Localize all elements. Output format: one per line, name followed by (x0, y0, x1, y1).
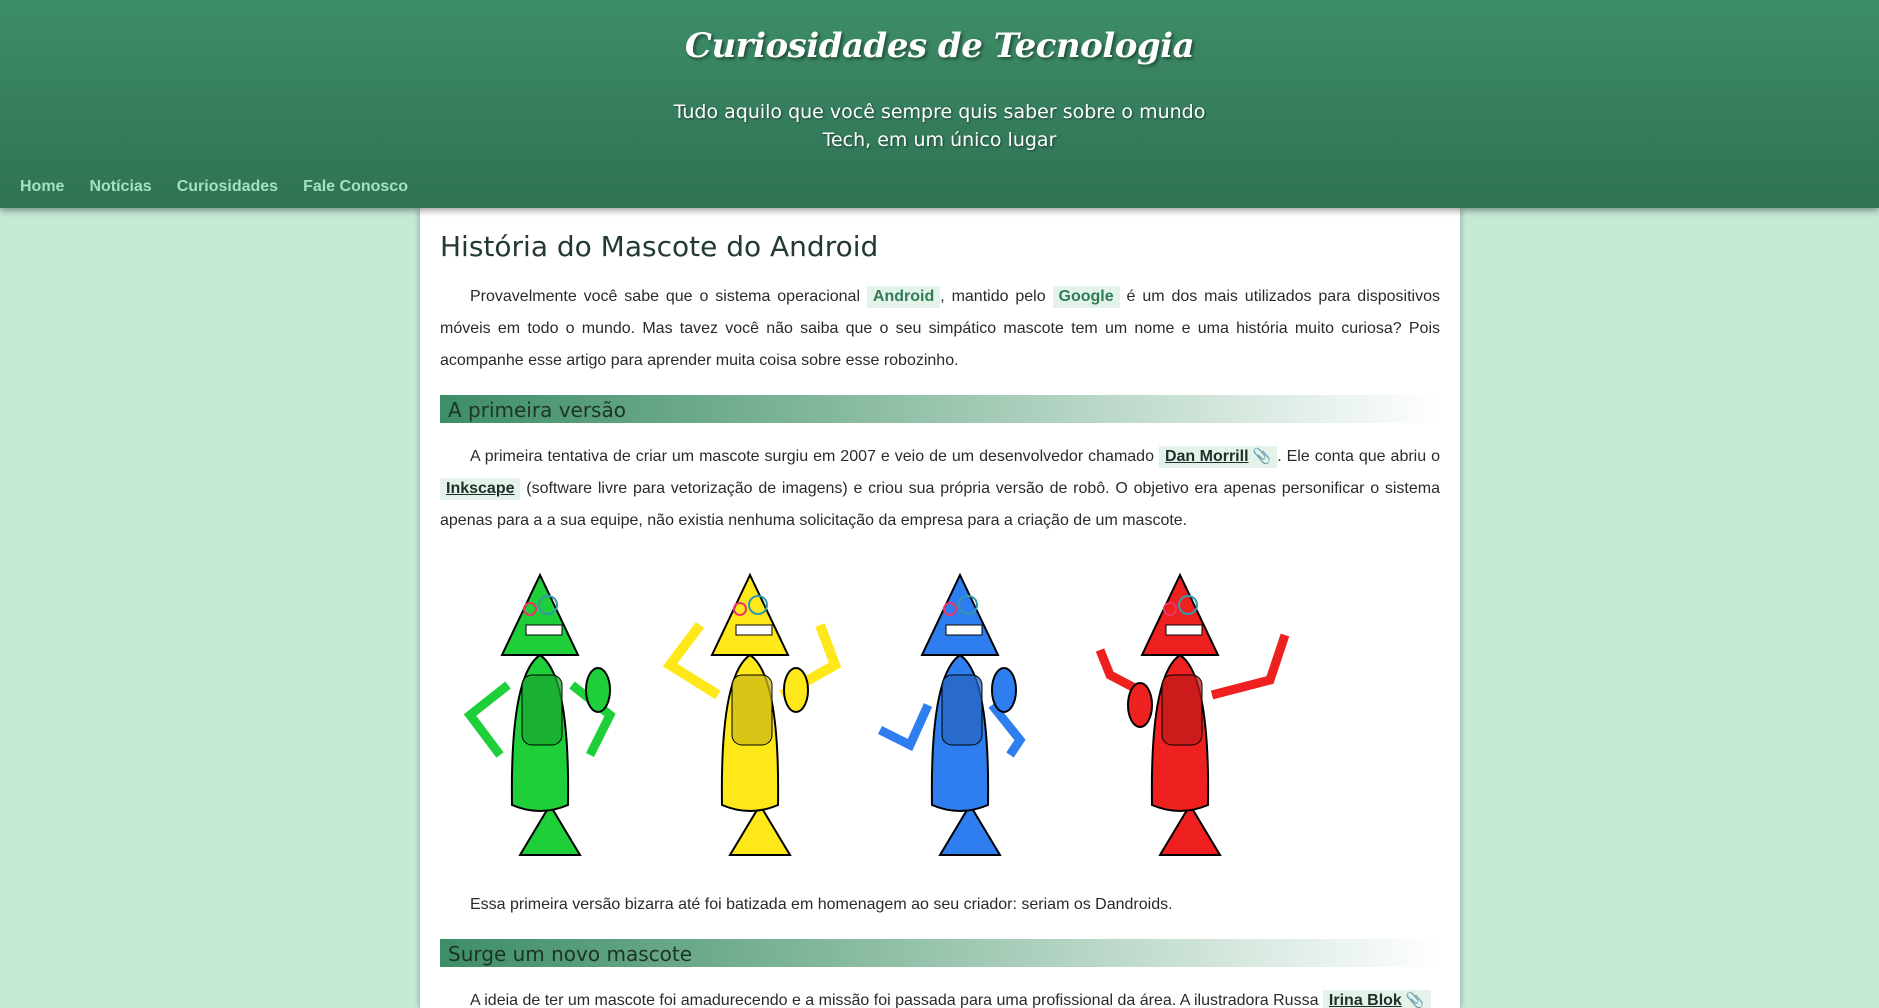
android-link[interactable]: Android (866, 286, 941, 308)
dandroids-image (463, 572, 1290, 856)
section1-text-2: . Ele conta que abriu o (1277, 448, 1440, 465)
main-nav: Home Notícias Curiosidades Fale Conosco (20, 178, 408, 196)
dan-morrill-link[interactable]: Dan Morrill 📎 (1158, 446, 1278, 468)
nav-item-curiosidades[interactable]: Curiosidades (177, 178, 278, 196)
site-title: Curiosidades de Tecnologia (684, 26, 1195, 66)
section2-paragraph: A ideia de ter um mascote foi amadurecen… (440, 985, 1440, 1008)
intro-paragraph: Provavelmente você sabe que o sistema op… (440, 281, 1440, 377)
section1-text-3: (software livre para vetorização de imag… (440, 480, 1440, 529)
irina-blok-link[interactable]: Irina Blok 📎 (1322, 990, 1431, 1008)
section-heading-novo-mascote: Surge um novo mascote (440, 939, 1440, 967)
robot-blue (877, 572, 1026, 856)
section1-paragraph: A primeira tentativa de criar um mascote… (440, 441, 1440, 537)
section1-paragraph-2: Essa primeira versão bizarra até foi bat… (470, 896, 1173, 913)
robot-yellow (662, 572, 842, 856)
google-link[interactable]: Google (1052, 286, 1120, 308)
intro-text-2: , mantido pelo (940, 288, 1053, 305)
robot-green (463, 572, 616, 856)
robot-red (1095, 572, 1290, 856)
dan-morrill-label: Dan Morrill (1164, 448, 1249, 465)
site-header: Curiosidades de Tecnologia Tudo aquilo q… (0, 0, 1879, 208)
section1-text-1: A primeira tentativa de criar um mascote… (470, 448, 1159, 465)
inkscape-link[interactable]: Inkscape (440, 478, 521, 500)
paperclip-icon: 📎 (1405, 992, 1425, 1008)
section-heading-primeira-versao: A primeira versão (440, 395, 1440, 423)
nav-item-noticias[interactable]: Notícias (89, 178, 151, 196)
irina-blok-label: Irina Blok (1328, 992, 1402, 1008)
site-subtitle-line2: Tech, em um único lugar (822, 129, 1057, 151)
article-title: História do Mascote do Android (440, 230, 879, 263)
nav-item-home[interactable]: Home (20, 178, 64, 196)
site-subtitle: Tudo aquilo que você sempre quis saber s… (0, 98, 1879, 154)
section2-text-1: A ideia de ter um mascote foi amadurecen… (470, 992, 1323, 1008)
intro-text-1: Provavelmente você sabe que o sistema op… (470, 288, 867, 305)
article-content: História do Mascote do Android Provavelm… (420, 230, 1460, 1008)
paperclip-icon: 📎 (1252, 448, 1272, 465)
article-container: História do Mascote do Android Provavelm… (420, 208, 1460, 1008)
nav-item-fale-conosco[interactable]: Fale Conosco (303, 178, 408, 196)
site-subtitle-line1: Tudo aquilo que você sempre quis saber s… (673, 101, 1206, 123)
